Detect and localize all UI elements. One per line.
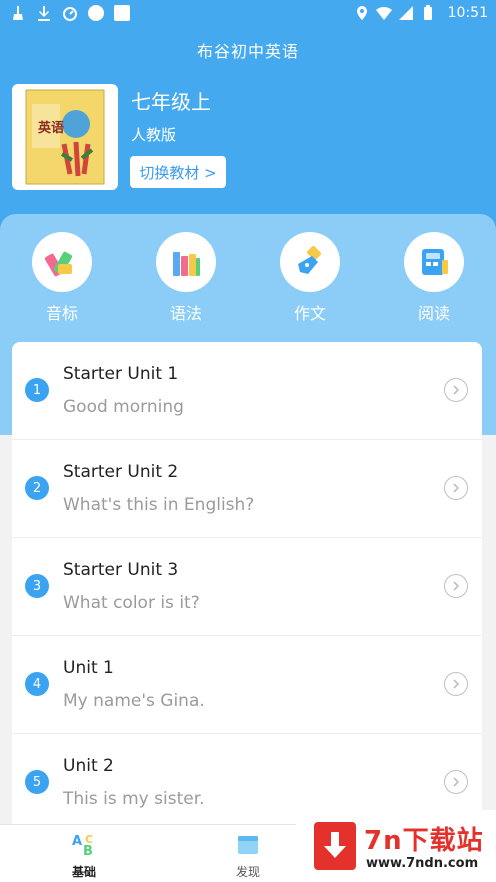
download-icon xyxy=(38,6,50,21)
unit-subtitle: My name's Gina. xyxy=(63,691,205,711)
notification-dot-icon xyxy=(88,5,104,21)
function-icon-circle xyxy=(280,232,340,292)
unit-name: Unit 1 xyxy=(63,658,114,678)
chevron-right-icon[interactable] xyxy=(444,574,468,598)
chevron-right-icon[interactable] xyxy=(444,476,468,500)
discover-book-icon xyxy=(238,836,258,854)
function-label: 语法 xyxy=(169,304,202,323)
status-time: 10:51 xyxy=(447,5,488,21)
function-label: 作文 xyxy=(293,304,326,323)
nav-tab-discover[interactable]: 发现 xyxy=(208,831,288,880)
unit-subtitle: What color is it? xyxy=(63,593,200,613)
chevron-right-icon[interactable] xyxy=(444,378,468,402)
nav-label: 发现 xyxy=(235,865,260,879)
unit-number-badge: 1 xyxy=(25,378,49,402)
unit-row[interactable]: 2 Starter Unit 2 What's this in English? xyxy=(12,440,482,538)
textbook-grade: 七年级上 xyxy=(131,90,211,114)
broom-icon xyxy=(13,6,23,20)
signal-icon xyxy=(398,6,413,20)
function-icon-circle xyxy=(32,232,92,292)
unit-row[interactable]: 4 Unit 1 My name's Gina. xyxy=(12,636,482,734)
unit-number-badge: 5 xyxy=(25,770,49,794)
speedometer-icon xyxy=(63,7,77,21)
battery-icon xyxy=(423,5,432,20)
textbook-edition: 人教版 xyxy=(131,126,177,144)
pencil-crayons-icon xyxy=(44,251,73,277)
unit-row[interactable]: 3 Starter Unit 3 What color is it? xyxy=(12,538,482,636)
unit-name: Starter Unit 2 xyxy=(63,462,179,482)
unit-subtitle: This is my sister. xyxy=(63,789,205,809)
svg-text:A: A xyxy=(72,834,82,849)
function-phonetics[interactable]: 音标 xyxy=(22,232,102,324)
function-icon-circle xyxy=(404,232,464,292)
unit-subtitle: Good morning xyxy=(63,397,184,417)
unit-name: Starter Unit 3 xyxy=(63,560,179,580)
watermark-title: 7n下载站 xyxy=(364,826,484,856)
unit-name: Unit 2 xyxy=(63,756,114,776)
chevron-right-icon[interactable] xyxy=(444,770,468,794)
wifi-icon xyxy=(375,6,392,20)
textbook-cover-image: 英语 xyxy=(25,89,105,185)
app-title: 布谷初中英语 xyxy=(196,42,299,61)
reader-icon xyxy=(422,249,448,275)
unit-name: Starter Unit 1 xyxy=(63,364,179,384)
nav-label: 基础 xyxy=(71,865,96,879)
switch-textbook-button[interactable]: 切换教材 > xyxy=(130,156,226,188)
svg-text:C: C xyxy=(85,833,93,846)
function-label: 音标 xyxy=(45,304,78,323)
location-icon xyxy=(356,6,367,20)
function-icon-circle xyxy=(156,232,216,292)
nav-tab-basics[interactable]: A B C 基础 xyxy=(44,831,124,880)
function-writing[interactable]: 作文 xyxy=(270,232,350,324)
unit-row[interactable]: 1 Starter Unit 1 Good morning xyxy=(12,342,482,440)
function-reading[interactable]: 阅读 xyxy=(394,232,474,324)
status-right-icons: 10:51 xyxy=(354,5,488,21)
function-grammar[interactable]: 语法 xyxy=(146,232,226,324)
textbook-cover[interactable]: 英语 xyxy=(12,84,118,190)
chevron-right-icon[interactable] xyxy=(444,672,468,696)
status-bar: 10:51 xyxy=(0,0,496,28)
books-icon xyxy=(173,252,200,276)
pen-nib-icon xyxy=(298,246,321,274)
watermark: 7n下载站 www.7ndn.com xyxy=(296,810,496,882)
notification-square-icon xyxy=(114,5,130,21)
unit-list: 1 Starter Unit 1 Good morning 2 Starter … xyxy=(12,342,482,824)
function-label: 阅读 xyxy=(417,304,450,323)
svg-text:英语: 英语 xyxy=(37,120,64,136)
unit-number-badge: 2 xyxy=(25,476,49,500)
unit-subtitle: What's this in English? xyxy=(63,495,255,515)
abc-blocks-icon: A B C xyxy=(72,833,93,859)
unit-number-badge: 4 xyxy=(25,672,49,696)
download-arrow-icon xyxy=(314,822,356,870)
status-left-icons xyxy=(10,5,130,21)
unit-number-badge: 3 xyxy=(25,574,49,598)
watermark-url: www.7ndn.com xyxy=(366,856,479,871)
